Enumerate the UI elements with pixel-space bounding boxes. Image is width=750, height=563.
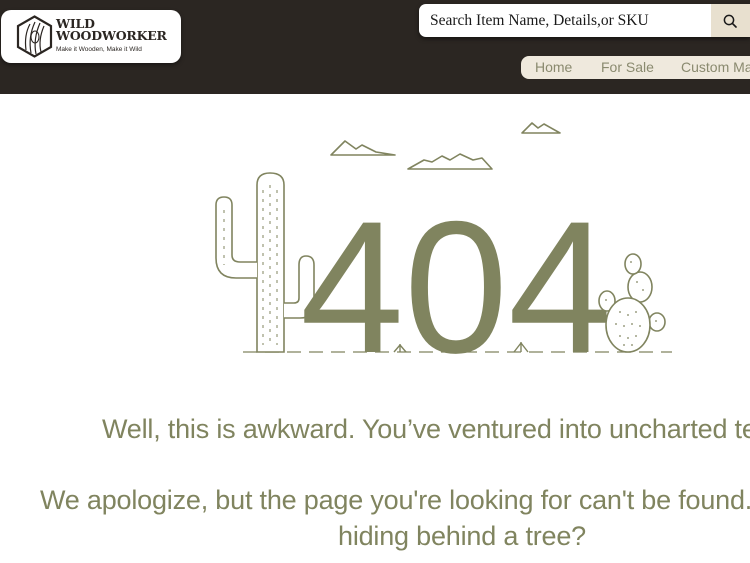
brand-tagline: Make it Wooden, Make it Wild [56,46,142,53]
desert-404-illustration: 404 [215,122,672,374]
site-logo[interactable]: WILD WOODWORKER Make it Wooden, Make it … [1,10,181,63]
nav-item-custom[interactable]: Custom Ma [681,59,750,75]
mountain-icon [330,122,561,170]
error-message-line-1: We apologize, but the page you're lookin… [40,485,750,515]
error-code: 404 [300,182,612,374]
search-icon [723,14,737,28]
wood-hexagon-icon [16,15,53,58]
site-header: WILD WOODWORKER Make it Wooden, Make it … [0,0,750,94]
error-headline: Well, this is awkward. You’ve ventured i… [102,414,750,444]
search-button[interactable] [711,4,750,37]
search-box [419,4,750,37]
error-message: We apologize, but the page you're lookin… [40,482,750,554]
search-input[interactable] [430,4,720,37]
nav-item-for-sale[interactable]: For Sale [601,59,654,75]
main-nav: Home For Sale Custom Ma [521,56,750,79]
brand-name: WILD WOODWORKER [56,16,167,43]
nav-item-home[interactable]: Home [535,59,572,75]
error-message-line-2: hiding behind a tree? [338,521,587,551]
